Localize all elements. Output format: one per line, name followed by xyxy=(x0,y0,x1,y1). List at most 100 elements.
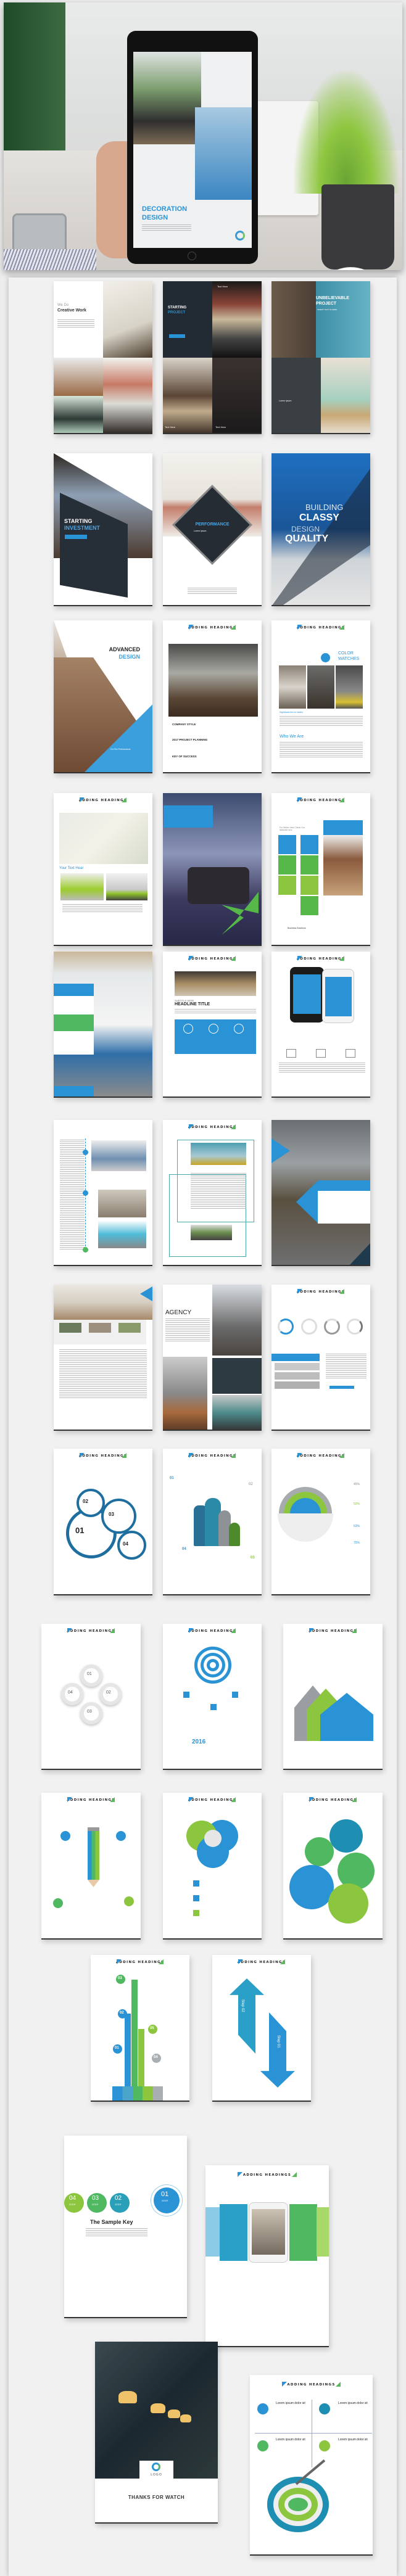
page-heading: ADDING HEADINGS xyxy=(283,1796,383,1804)
heading-triangle-green xyxy=(339,1289,345,1294)
ring-03: 03 xyxy=(80,1702,102,1724)
tile-green[interactable] xyxy=(300,896,318,915)
heading-triangle-blue xyxy=(188,956,194,961)
dark-corner xyxy=(349,1243,370,1265)
progress-ring xyxy=(347,1319,363,1335)
band-blue xyxy=(54,984,94,996)
thumb xyxy=(89,1323,111,1333)
tile-blue[interactable] xyxy=(300,835,318,854)
step-02-label: Step 02 xyxy=(241,1999,244,2012)
page-heading: ADDING HEADINGS xyxy=(212,1959,311,1966)
chart-icon xyxy=(257,2440,268,2451)
lightbulb-icon xyxy=(257,2403,268,2414)
heading-triangle-blue xyxy=(238,2172,242,2177)
heading-text: ADDING HEADINGS xyxy=(67,1798,115,1802)
learn-more-button xyxy=(65,535,87,539)
ring-number: 03 xyxy=(87,1710,92,1714)
caption: Text Here xyxy=(165,426,176,429)
card-light-blue xyxy=(205,2207,221,2257)
package-tab[interactable] xyxy=(275,1372,320,1380)
label-03: 03 xyxy=(251,1556,255,1560)
value-3: 63% xyxy=(354,1525,360,1528)
circle-number: 04 xyxy=(123,1541,128,1547)
page-target-2016: ADDING HEADINGS 2016 xyxy=(163,1624,262,1770)
tile-blue[interactable] xyxy=(278,835,296,854)
page-sofa-article xyxy=(54,1285,152,1431)
tile-lime[interactable] xyxy=(300,876,318,895)
photo-blue-room xyxy=(191,1143,246,1165)
cart-icon xyxy=(53,1898,63,1908)
page-heading: ADDING HEADINGS xyxy=(205,2171,329,2179)
circle-04: 04 xyxy=(117,1531,146,1560)
photo-bedroom xyxy=(98,1190,146,1217)
feature-icon xyxy=(286,1049,296,1058)
page-company-style: ADDING HEADINGS COMPANY STYLE 2017 PROJE… xyxy=(163,620,262,773)
page-title-accent: WATCHES xyxy=(338,657,360,661)
photo-stove: Text Here xyxy=(212,281,262,358)
black-phone xyxy=(290,967,324,1023)
label-01: 01 xyxy=(170,1476,174,1480)
bubble-lime xyxy=(328,1883,368,1924)
feature-icon xyxy=(183,1024,193,1034)
heading-triangle-blue xyxy=(188,625,194,630)
photo-1 xyxy=(279,665,306,709)
value-2: 50% xyxy=(354,1502,360,1506)
step-number: 01 xyxy=(161,2191,169,2198)
tablet: DECORATION DESIGN xyxy=(127,31,258,264)
heading-triangle-blue xyxy=(297,625,302,630)
package-tab[interactable] xyxy=(275,1363,320,1370)
page-color-watches: ADDING HEADINGS COLOR WATCHES Digitalwat… xyxy=(271,620,370,773)
item-title: Lorem ipsum dolor sit xyxy=(338,2438,368,2442)
package-tab[interactable] xyxy=(275,1381,320,1389)
timeline-dot xyxy=(83,1247,88,1253)
dark-diagonal xyxy=(271,468,370,605)
heading-triangle-blue xyxy=(309,1797,314,1802)
heading-triangle-green xyxy=(231,1628,236,1633)
plant-pot xyxy=(321,184,394,270)
heading-text: ADDING HEADINGS xyxy=(287,2383,336,2387)
feature-icon xyxy=(346,1049,355,1058)
band-green xyxy=(54,1014,94,1031)
package-tab-blue[interactable] xyxy=(271,1354,320,1361)
step-label: STEP xyxy=(115,2203,122,2206)
heading-triangle-blue xyxy=(309,1628,314,1633)
paper-plane-icon xyxy=(319,2440,330,2451)
page-colored-bands xyxy=(54,952,152,1098)
tree-trunk-lime xyxy=(138,2029,144,2086)
logo-badge xyxy=(321,653,330,662)
tile-green[interactable] xyxy=(278,855,296,874)
tile-green[interactable] xyxy=(300,855,318,874)
logo-text: LOGO xyxy=(151,2473,162,2477)
photo-2 xyxy=(307,665,334,709)
venn-center xyxy=(204,1830,222,1847)
tile-lime[interactable] xyxy=(278,876,296,895)
hero-photo: DECORATION DESIGN xyxy=(4,2,402,270)
photo-window-room xyxy=(191,1225,232,1240)
quote-box xyxy=(164,805,213,828)
phone-screen xyxy=(293,974,321,1014)
step-number: 03 xyxy=(92,2195,99,2202)
step-02: 02 xyxy=(118,2009,127,2018)
page-title: THANKS FOR WATCH xyxy=(128,2495,185,2500)
lamp xyxy=(118,2391,137,2403)
timeline-dot xyxy=(83,1190,88,1196)
photo-living xyxy=(103,358,152,433)
footer-text: Business Solutions xyxy=(288,927,306,929)
step-03: 03 xyxy=(116,1975,125,1984)
step-01: 01 xyxy=(113,2044,122,2054)
page-heading: ADDING HEADINGS xyxy=(41,1796,141,1804)
read-more-button[interactable] xyxy=(329,1386,354,1389)
heading-text: ADDING HEADINGS xyxy=(309,1798,357,1802)
step-01: 01 STEP xyxy=(154,2187,180,2213)
circle-number: 03 xyxy=(109,1512,114,1517)
legend-square xyxy=(193,1910,199,1916)
feature-icon xyxy=(316,1049,326,1058)
heading-triangle-green xyxy=(122,1453,127,1458)
step-number: 05 xyxy=(150,2027,154,2030)
lamp xyxy=(168,2409,180,2418)
heading-triangle-green xyxy=(339,956,345,961)
logo-icon xyxy=(152,2463,160,2471)
thumb xyxy=(59,1323,81,1333)
body-text xyxy=(165,1319,210,1342)
page-title: STARTING xyxy=(64,518,93,524)
